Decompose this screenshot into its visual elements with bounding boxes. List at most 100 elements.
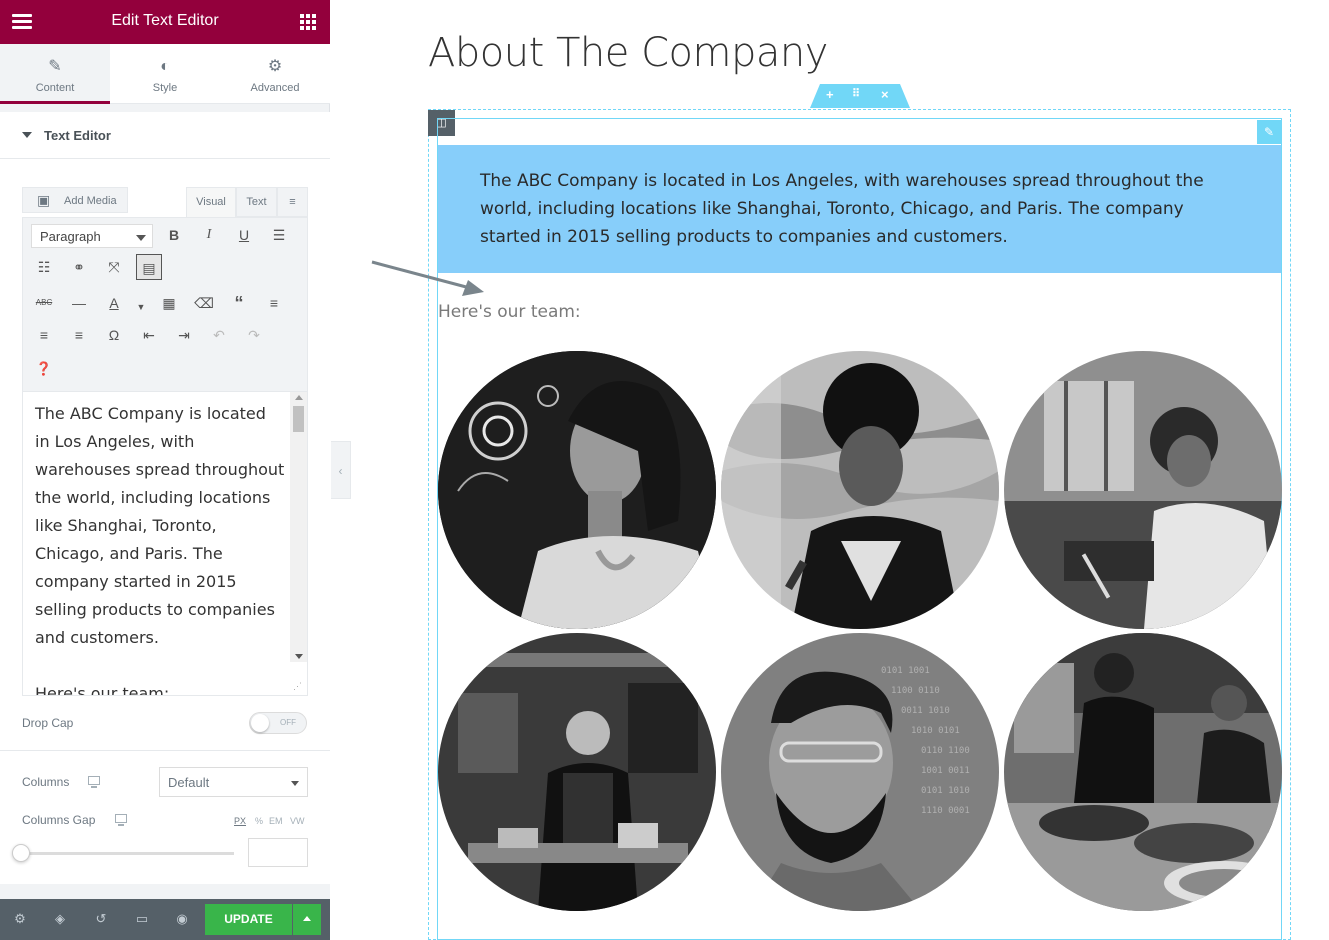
add-media-button[interactable]: ▣ Add Media — [22, 187, 128, 213]
tab-visual[interactable]: Visual — [186, 187, 236, 217]
team-photo[interactable] — [1004, 633, 1282, 911]
divider — [0, 884, 330, 899]
align-center-icon[interactable]: ≡ — [31, 322, 57, 348]
outdent-icon[interactable]: ⇤ — [136, 322, 162, 348]
unit-percent[interactable]: % — [255, 816, 263, 826]
italic-icon[interactable]: I — [196, 222, 222, 248]
panel-title: Edit Text Editor — [111, 12, 219, 29]
responsive-icon[interactable]: ▭ — [133, 910, 151, 928]
widget-text: The ABC Company is located in Los Angele… — [480, 171, 1204, 247]
slider-handle[interactable] — [12, 844, 30, 862]
help-icon[interactable]: ❓ — [31, 356, 57, 382]
elementor-editor: Edit Text Editor ✎ Content ◐ Style ⚙ Adv… — [0, 0, 1329, 940]
toggle-knob — [251, 714, 269, 732]
format-select[interactable]: Paragraph — [31, 224, 153, 248]
team-photo[interactable] — [1004, 351, 1282, 629]
tab-advanced[interactable]: ⚙ Advanced — [220, 44, 330, 103]
desktop-icon[interactable] — [115, 814, 127, 826]
wysiwyg-editor[interactable]: The ABC Company is located in Los Angele… — [22, 391, 308, 696]
caret-down-icon — [22, 132, 32, 138]
history-icon[interactable]: ↺ — [92, 910, 110, 928]
widgets-grid-icon[interactable] — [300, 14, 316, 30]
svg-text:0101 1001: 0101 1001 — [881, 666, 930, 676]
align-right-icon[interactable]: ≡ — [66, 322, 92, 348]
text-editor-widget[interactable]: The ABC Company is located in Los Angele… — [438, 145, 1281, 273]
columns-select[interactable]: Default — [159, 767, 308, 797]
scroll-down-icon[interactable] — [295, 654, 303, 659]
team-photo[interactable] — [438, 351, 716, 629]
editor-panel: Edit Text Editor ✎ Content ◐ Style ⚙ Adv… — [0, 0, 330, 940]
team-photo[interactable] — [721, 351, 999, 629]
special-character-icon[interactable]: Ω — [101, 322, 127, 348]
team-photo[interactable] — [438, 633, 716, 911]
tab-content-label: Content — [35, 82, 75, 94]
unit-vw[interactable]: VW — [290, 816, 305, 826]
chevron-down-icon — [136, 235, 146, 241]
layers-icon[interactable]: ◈ — [51, 910, 69, 928]
desktop-icon[interactable] — [88, 776, 100, 788]
editor-scrollbar[interactable] — [290, 392, 307, 662]
tab-style[interactable]: ◐ Style — [110, 44, 220, 103]
section-handle[interactable]: + ⠿ × — [810, 84, 910, 108]
close-icon[interactable]: × — [881, 87, 889, 102]
resize-handle-icon[interactable]: ⋰ — [293, 681, 303, 691]
scroll-thumb[interactable] — [293, 406, 304, 432]
svg-text:1110 0001: 1110 0001 — [921, 806, 970, 816]
divider — [0, 750, 330, 751]
collapse-panel-button[interactable]: ‹ — [331, 441, 351, 499]
caret-up-icon — [303, 916, 311, 921]
editor-paragraph: The ABC Company is located in Los Angele… — [35, 404, 285, 647]
add-section-icon[interactable]: + — [826, 87, 834, 102]
panel-header: Edit Text Editor — [0, 0, 330, 44]
columns-gap-label: Columns Gap — [22, 813, 96, 827]
bullet-list-icon[interactable]: ☰ — [266, 222, 292, 248]
media-icon: ▣ — [37, 192, 51, 208]
unit-px[interactable]: PX — [234, 816, 246, 826]
drag-handle-icon[interactable]: ⠿ — [852, 87, 860, 100]
toggle-state: OFF — [280, 718, 296, 727]
svg-text:1100 0110: 1100 0110 — [891, 686, 940, 696]
panel-tabs: ✎ Content ◐ Style ⚙ Advanced — [0, 44, 330, 104]
chevron-down-icon — [291, 781, 299, 786]
settings-icon[interactable]: ⚙ — [11, 910, 29, 928]
gear-icon: ⚙ — [267, 58, 283, 75]
columns-gap-slider[interactable] — [22, 852, 234, 855]
preview-eye-icon[interactable]: ◉ — [173, 910, 191, 928]
indent-icon[interactable]: ⇥ — [171, 322, 197, 348]
editor-paragraph: Here's our team: — [35, 684, 170, 696]
tab-text[interactable]: Text — [236, 187, 277, 217]
underline-icon[interactable]: U — [231, 222, 257, 248]
panel-footer: ⚙ ◈ ↺ ▭ ◉ UPDATE — [0, 899, 330, 940]
tab-content[interactable]: ✎ Content — [0, 44, 110, 104]
team-photo[interactable]: 0101 1001 1100 0110 0011 1010 1010 0101 01… — [721, 633, 999, 911]
drop-cap-toggle[interactable]: OFF — [249, 712, 307, 734]
tab-style-label: Style — [152, 82, 178, 94]
svg-text:1001 0011: 1001 0011 — [921, 766, 970, 776]
unit-em[interactable]: EM — [269, 816, 283, 826]
update-options-button[interactable] — [293, 904, 321, 935]
tab-advanced-label: Advanced — [250, 82, 300, 94]
redo-icon[interactable]: ↷ — [241, 322, 267, 348]
edit-widget-icon[interactable]: ✎ — [1257, 120, 1281, 144]
database-icon[interactable]: ≡ — [277, 187, 308, 217]
pencil-icon: ✎ — [48, 58, 62, 75]
columns-gap-input[interactable] — [248, 838, 308, 867]
page-title: About The Company — [428, 30, 828, 76]
section-title: Text Editor — [44, 128, 111, 143]
page-preview: About The Company + ⠿ × ◫ ✎ The ABC Comp… — [351, 0, 1329, 940]
annotation-arrow-icon — [371, 260, 484, 296]
scroll-up-icon[interactable] — [295, 395, 303, 400]
svg-text:0110 1100: 0110 1100 — [921, 746, 970, 756]
half-circle-icon: ◐ — [160, 58, 170, 75]
undo-icon[interactable]: ↶ — [206, 322, 232, 348]
editor-content[interactable]: The ABC Company is located in Los Angele… — [35, 400, 285, 696]
columns-select-value: Default — [168, 775, 210, 790]
format-select-value: Paragraph — [40, 229, 101, 244]
section-text-editor[interactable]: Text Editor — [0, 112, 330, 159]
svg-text:0011 1010: 0011 1010 — [901, 706, 950, 716]
bold-icon[interactable]: B — [161, 222, 187, 248]
add-media-label: Add Media — [64, 195, 117, 207]
svg-text:1010 0101: 1010 0101 — [911, 726, 960, 736]
update-button[interactable]: UPDATE — [205, 904, 292, 935]
svg-text:0101 1010: 0101 1010 — [921, 786, 970, 796]
